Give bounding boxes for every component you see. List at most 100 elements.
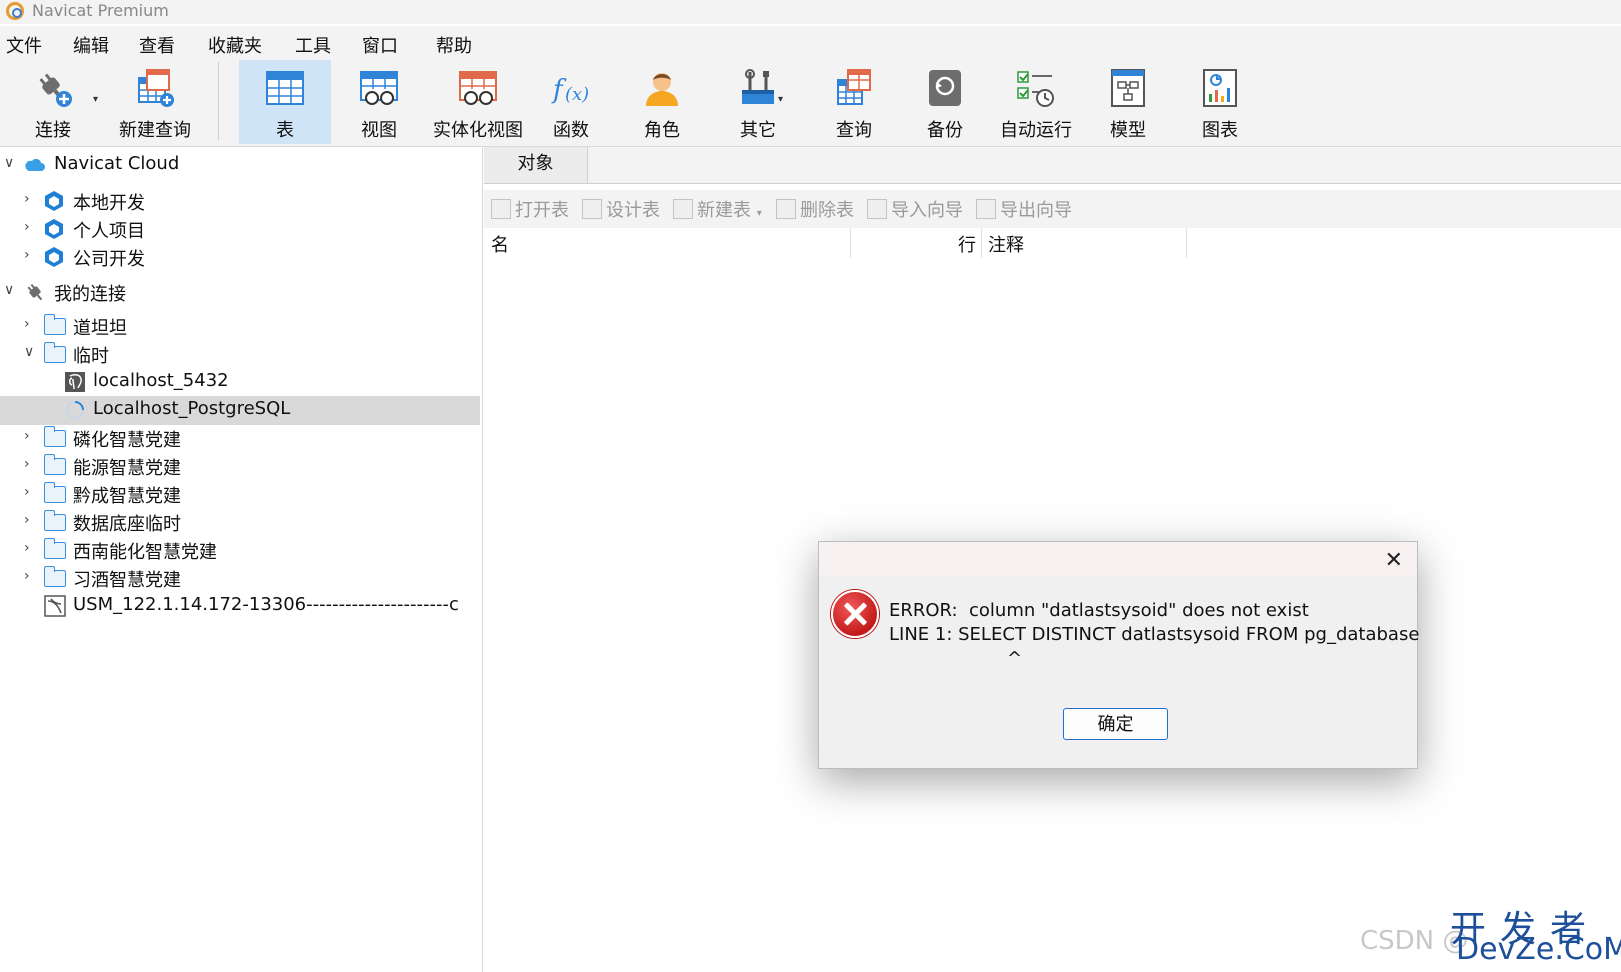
backup-button[interactable]: 备份 [899,60,991,144]
chevron-right-icon[interactable]: › [24,456,30,472]
other-button[interactable]: 其它 [712,60,804,144]
connection-tree: ∨ Navicat Cloud › 本地开发 › 个人项目 › 公司开发 ∨ 我… [0,147,483,972]
tree-item-label: 能源智慧党建 [73,458,181,479]
dialog-title-bar [819,542,1417,576]
error-caret-line: ^ [1007,648,1023,669]
open-table-button[interactable]: 打开表 [491,196,569,222]
model-button[interactable]: 模型 [1082,60,1174,144]
tree-item-cloud-project[interactable]: › 本地开发 [0,187,480,216]
menu-file[interactable]: 文件 [6,32,42,58]
tree-item-connection[interactable]: USM_122.1.14.172-13306------------------… [0,592,480,621]
chevron-down-icon[interactable]: ∨ [4,155,14,171]
automation-button[interactable]: 自动运行 [990,60,1082,144]
tree-item-folder[interactable]: › 能源智慧党建 [0,452,480,481]
menu-view[interactable]: 查看 [139,32,175,58]
new-table-icon [673,199,693,219]
import-wizard-button[interactable]: 导入向导 [867,196,963,222]
tree-item-label: Localhost_PostgreSQL [93,398,291,419]
tab-objects[interactable]: 对象 [484,147,588,183]
model-icon [1111,69,1145,107]
tools-icon [742,69,774,104]
chevron-right-icon[interactable]: › [24,484,30,500]
tree-item-label: 磷化智慧党建 [73,430,181,451]
project-hex-icon [45,219,63,239]
menu-edit[interactable]: 编辑 [73,32,109,58]
menu-favorites[interactable]: 收藏夹 [208,32,262,58]
function-button[interactable]: f (x) 函数 [525,60,617,144]
connect-label: 连接 [35,120,71,141]
backup-label: 备份 [927,120,963,141]
query-label: 查询 [836,120,872,141]
view-icon [360,71,398,105]
error-icon [831,590,879,638]
chevron-right-icon[interactable]: › [24,540,30,556]
ok-button[interactable]: 确定 [1063,708,1168,740]
tree-item-folder[interactable]: › 磷化智慧党建 [0,424,480,453]
folder-icon [43,454,66,475]
tree-item-connection[interactable]: localhost_5432 [0,368,480,397]
tree-item-folder[interactable]: › 西南能化智慧党建 [0,536,480,565]
folder-icon [43,510,66,531]
new-table-caret-icon: ▾ [756,208,762,219]
chevron-right-icon[interactable]: › [24,428,30,444]
tree-item-folder[interactable]: › 数据底座临时 [0,508,480,537]
function-icon: f (x) [551,75,589,105]
column-divider[interactable] [981,228,982,258]
role-button[interactable]: 角色 [616,60,708,144]
tree-item-connection-selected[interactable]: Localhost_PostgreSQL [0,396,480,425]
tree-item-navicat-cloud[interactable]: ∨ Navicat Cloud [0,151,480,180]
chevron-right-icon[interactable]: › [24,219,30,235]
menu-bar: 文件 编辑 查看 收藏夹 工具 窗口 帮助 [0,26,1621,60]
chevron-down-icon[interactable]: ∨ [4,282,14,298]
column-header-name[interactable]: 名 [491,231,509,257]
tree-item-label: 临时 [73,346,109,367]
loading-spinner-icon [66,401,84,419]
chart-button[interactable]: 图表 [1174,60,1266,144]
column-divider[interactable] [850,228,851,258]
chevron-right-icon[interactable]: › [24,316,30,332]
design-table-button[interactable]: 设计表 [582,196,660,222]
folder-icon [43,566,66,587]
connect-dropdown-caret-icon[interactable]: ▾ [93,94,98,105]
export-wizard-button[interactable]: 导出向导 [976,196,1072,222]
column-header-comment[interactable]: 注释 [988,231,1024,257]
materialized-view-button[interactable]: 实体化视图 [424,60,532,144]
chevron-right-icon[interactable]: › [24,568,30,584]
new-query-icon [138,69,174,107]
delete-table-button[interactable]: 删除表 [776,196,854,222]
tree-item-cloud-project[interactable]: › 公司开发 [0,243,480,272]
cloud-icon [25,158,45,171]
tree-item-folder[interactable]: ∨ 临时 [0,340,480,369]
table-button[interactable]: 表 [239,60,331,144]
menu-help[interactable]: 帮助 [436,32,472,58]
chevron-right-icon[interactable]: › [24,247,30,263]
devze-watermark-en: DevZe.CoM [1456,932,1621,967]
menu-tools[interactable]: 工具 [295,32,331,58]
tree-item-folder[interactable]: › 黔成智慧党建 [0,480,480,509]
query-button[interactable]: 查询 [808,60,900,144]
chevron-right-icon[interactable]: › [24,191,30,207]
tree-item-folder[interactable]: › 习酒智慧党建 [0,564,480,593]
close-icon[interactable]: ✕ [1385,548,1403,573]
connect-button[interactable]: 连接 [7,60,99,144]
folder-icon [43,426,66,447]
new-table-button[interactable]: 新建表 ▾ [673,196,762,222]
tree-item-label: 本地开发 [73,193,145,214]
view-button[interactable]: 视图 [333,60,425,144]
view-label: 视图 [361,120,397,141]
other-dropdown-caret-icon[interactable]: ▾ [778,94,783,105]
column-header-rows[interactable]: 行 [958,231,976,257]
export-icon [976,199,996,219]
chevron-down-icon[interactable]: ∨ [24,344,34,360]
open-table-label: 打开表 [515,200,569,221]
tree-item-my-connections[interactable]: ∨ 我的连接 [0,278,480,307]
tree-item-folder[interactable]: › 道坦坦 [0,312,480,341]
chart-label: 图表 [1202,120,1238,141]
tree-item-cloud-project[interactable]: › 个人项目 [0,215,480,244]
tree-item-label: 个人项目 [73,221,145,242]
column-divider[interactable] [1186,228,1187,258]
new-query-button[interactable]: 新建查询 [104,60,206,144]
chevron-right-icon[interactable]: › [24,512,30,528]
menu-window[interactable]: 窗口 [362,32,398,58]
materialized-view-label: 实体化视图 [433,120,523,141]
